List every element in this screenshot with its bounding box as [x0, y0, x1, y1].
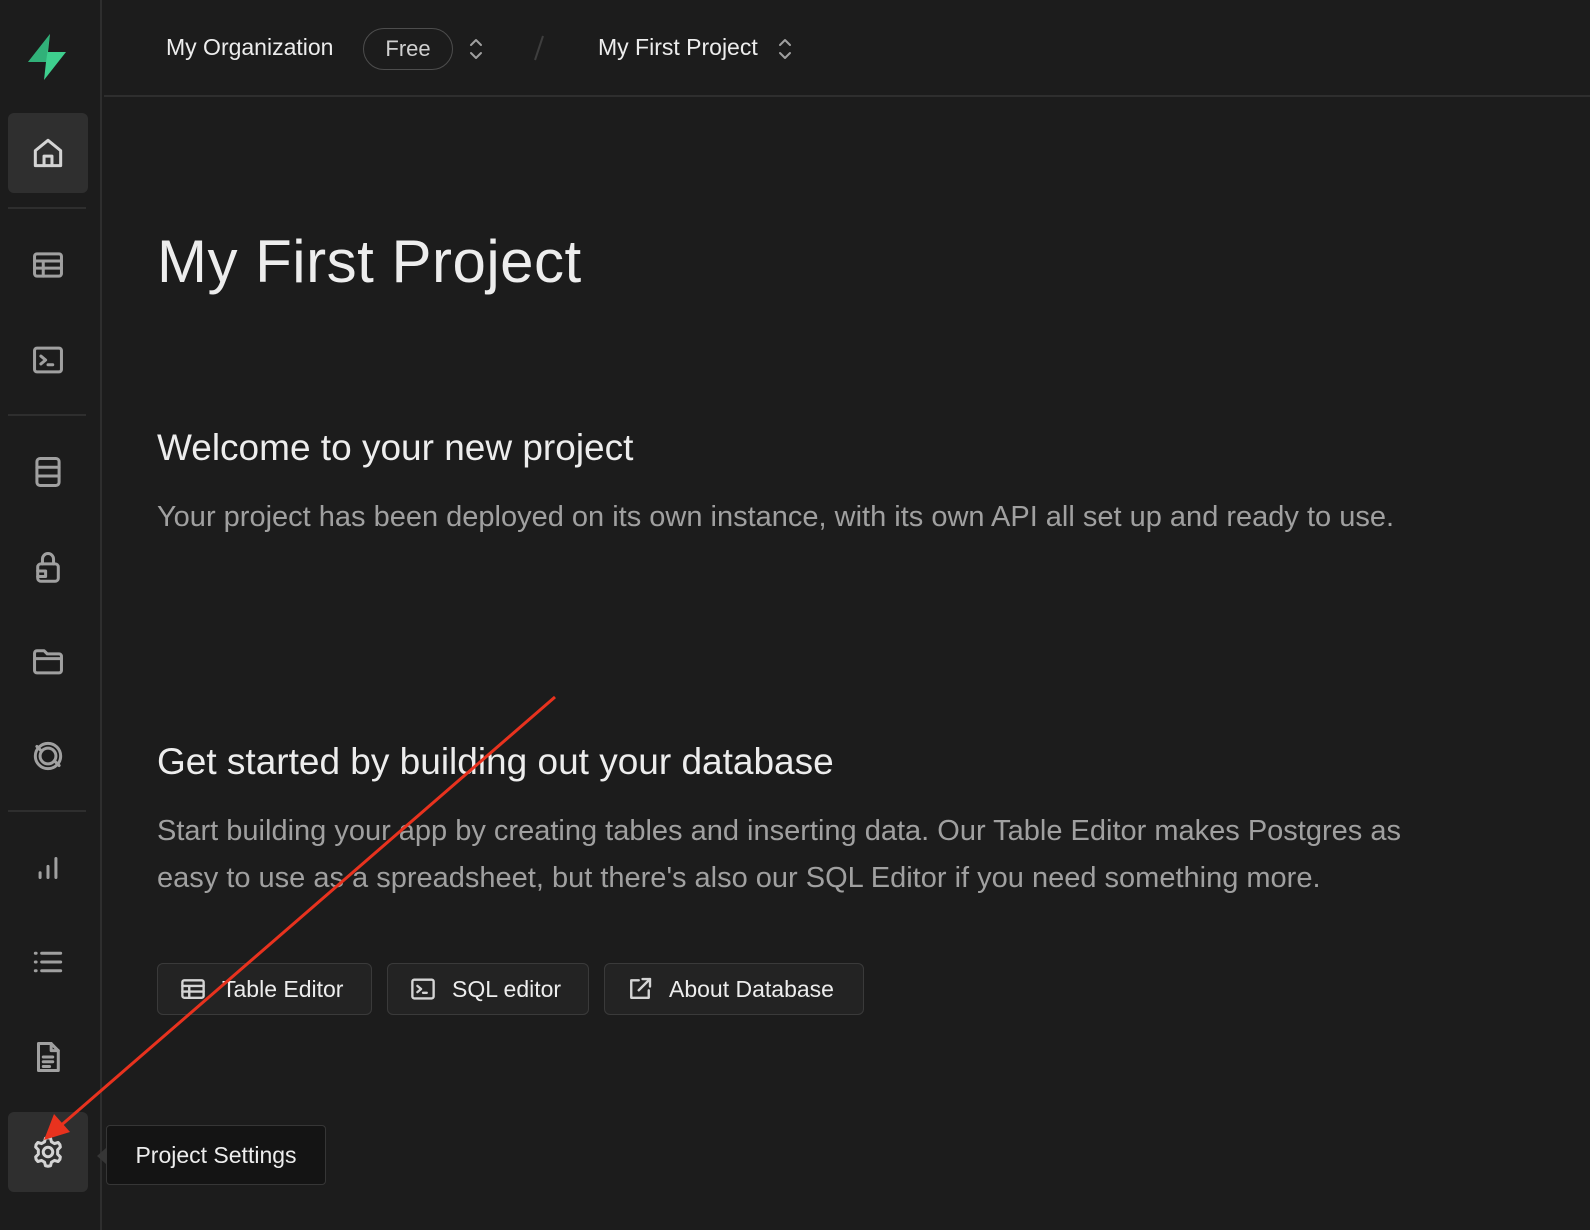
sql-editor-button-label: SQL editor [452, 975, 562, 1002]
table-icon [33, 252, 63, 278]
sql-editor-button[interactable]: SQL editor [387, 963, 589, 1015]
plan-badge: Free [363, 28, 453, 70]
sidebar-item-storage[interactable] [8, 621, 88, 701]
sidebar-item-home[interactable] [8, 113, 88, 193]
terminal-icon [33, 346, 63, 374]
database-text-line1: Start building your app by creating tabl… [157, 815, 1401, 847]
sidebar-item-table-editor[interactable] [8, 225, 88, 305]
sidebar-item-api-docs[interactable] [8, 1017, 88, 1097]
terminal-icon [411, 978, 435, 1000]
sidebar-divider [8, 810, 86, 812]
table-editor-button[interactable]: Table Editor [157, 963, 372, 1015]
database-icon [35, 457, 61, 487]
folder-icon [33, 649, 63, 675]
sidebar-item-project-settings[interactable] [8, 1112, 88, 1192]
supabase-logo-icon[interactable] [22, 32, 72, 82]
project-chevron-updown-icon[interactable] [775, 34, 795, 64]
sidebar-item-sql-editor[interactable] [8, 320, 88, 400]
welcome-heading: Welcome to your new project [157, 427, 634, 468]
list-icon [33, 951, 63, 973]
database-text-line2: easy to use as a spreadsheet, but there'… [157, 862, 1321, 894]
welcome-text: Your project has been deployed on its ow… [157, 501, 1395, 533]
document-icon [36, 1042, 60, 1072]
table-icon [181, 979, 205, 999]
sidebar-item-logs[interactable] [8, 922, 88, 1002]
sidebar-item-database[interactable] [8, 432, 88, 512]
sidebar [0, 0, 102, 1230]
top-bar: My Organization Free My First Project [104, 0, 1590, 97]
home-icon [33, 138, 63, 168]
project-selector[interactable]: My First Project [598, 34, 758, 61]
sidebar-divider [8, 207, 86, 209]
sidebar-item-realtime[interactable] [8, 716, 88, 796]
database-heading: Get started by building out your databas… [157, 741, 834, 782]
main-content: My First Project Welcome to your new pro… [104, 97, 1590, 1230]
external-link-icon [630, 977, 652, 999]
about-database-button-label: About Database [669, 975, 834, 1002]
gear-icon [34, 1136, 62, 1168]
bar-chart-icon [38, 856, 58, 880]
sidebar-item-authentication[interactable] [8, 527, 88, 607]
lock-icon [36, 552, 60, 583]
sidebar-divider [8, 414, 86, 416]
organization-selector[interactable]: My Organization [166, 34, 333, 61]
table-editor-button-label: Table Editor [222, 975, 344, 1002]
realtime-icon [33, 741, 63, 771]
sidebar-item-reports[interactable] [8, 828, 88, 908]
app-window: Project Settings My Organization Free My… [0, 0, 1590, 1230]
breadcrumb-separator-icon [529, 30, 549, 66]
org-chevron-updown-icon[interactable] [466, 34, 486, 64]
page-title: My First Project [157, 228, 582, 295]
about-database-button[interactable]: About Database [604, 963, 864, 1015]
